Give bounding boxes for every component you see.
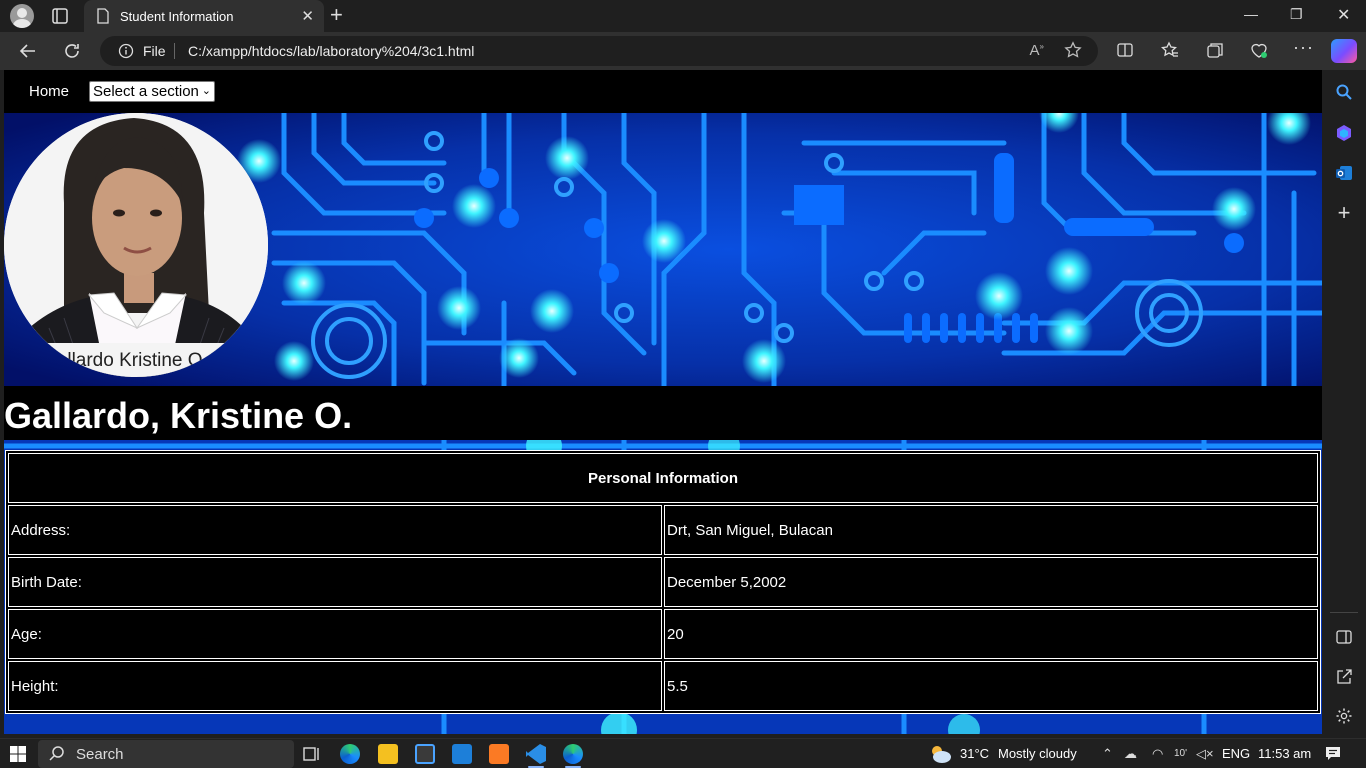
row-label: Address: — [8, 505, 662, 555]
clock-time[interactable]: 11:53 am — [1258, 746, 1311, 761]
student-portrait-image — [4, 113, 268, 377]
outlook-icon[interactable] — [1335, 164, 1353, 182]
tab-student-information[interactable]: Student Information ✕ — [84, 0, 324, 32]
table-header-row: Personal Information — [8, 453, 1318, 503]
tab-actions-icon[interactable] — [50, 6, 70, 26]
table-row: Height: 5.5 — [8, 661, 1318, 711]
collections-icon[interactable] — [1206, 41, 1224, 59]
row-value: December 5,2002 — [664, 557, 1318, 607]
taskbar-search-box[interactable]: Search — [38, 740, 294, 768]
restore-button[interactable]: ❐ — [1290, 6, 1303, 23]
microsoft-store-icon[interactable] — [415, 744, 435, 764]
mail-app-icon[interactable] — [452, 744, 472, 764]
sidebar-divider — [1330, 612, 1358, 613]
row-value: 20 — [664, 609, 1318, 659]
profile-avatar-icon[interactable] — [10, 4, 34, 28]
browser-essentials-icon[interactable] — [1250, 41, 1268, 59]
row-label: Age: — [8, 609, 662, 659]
windows-start-icon[interactable] — [10, 746, 26, 762]
edge-app-icon[interactable] — [340, 744, 360, 764]
xampp-icon[interactable] — [489, 744, 509, 764]
table-row: Age: 20 — [8, 609, 1318, 659]
row-value: Drt, San Miguel, Bulacan — [664, 505, 1318, 555]
favorite-star-icon[interactable] — [1064, 41, 1082, 59]
site-info-icon[interactable] — [118, 43, 134, 59]
new-tab-button[interactable]: + — [330, 4, 343, 26]
more-options-icon[interactable]: ··· — [1293, 37, 1314, 58]
weather-cloud-icon[interactable] — [928, 743, 952, 765]
copilot-sidebar-icon[interactable] — [1335, 124, 1353, 142]
table-row: Birth Date: December 5,2002 — [8, 557, 1318, 607]
network-speed-icon[interactable]: 10' — [1174, 748, 1187, 759]
row-value: 5.5 — [664, 661, 1318, 711]
window-close-button[interactable]: ✕ — [1337, 5, 1350, 25]
chevron-down-icon: ⌄ — [201, 85, 211, 97]
table-heading: Personal Information — [8, 453, 1318, 503]
hide-sidebar-icon[interactable] — [1335, 628, 1353, 646]
personal-information-table: Personal Information Address: Drt, San M… — [5, 450, 1321, 714]
tab-title: Student Information — [120, 9, 234, 24]
table-row: Address: Drt, San Miguel, Bulacan — [8, 505, 1318, 555]
show-hidden-icons-chevron-icon[interactable]: ⌃ — [1102, 746, 1113, 762]
page-viewport: Home Select a section ⌄ Gallardo Kristin… — [4, 70, 1322, 734]
settings-gear-icon[interactable] — [1335, 707, 1353, 725]
external-link-icon[interactable] — [1335, 668, 1353, 686]
edge-active-app-icon[interactable] — [563, 744, 583, 764]
address-separator — [174, 43, 175, 59]
favorites-icon[interactable] — [1161, 41, 1179, 59]
refresh-icon[interactable] — [62, 41, 82, 61]
search-icon[interactable] — [1335, 83, 1353, 101]
row-label: Height: — [8, 661, 662, 711]
section-select-value: Select a section — [93, 83, 199, 100]
taskbar-search-label: Search — [76, 746, 124, 763]
file-explorer-icon[interactable] — [378, 744, 398, 764]
onedrive-cloud-icon[interactable]: ☁ — [1124, 746, 1137, 762]
section-select[interactable]: Select a section ⌄ — [89, 81, 215, 102]
tab-close-icon[interactable]: ✕ — [301, 7, 314, 25]
student-photo: Gallardo Kristine O. — [4, 113, 268, 377]
add-sidebar-app-icon[interactable]: + — [1335, 202, 1353, 224]
minimize-button[interactable]: — — [1244, 6, 1258, 22]
site-navigation: Home Select a section ⌄ — [4, 70, 1322, 113]
address-bar[interactable]: File C:/xampp/htdocs/lab/laboratory%204/… — [100, 36, 1098, 66]
task-view-icon[interactable] — [302, 744, 322, 764]
row-label: Birth Date: — [8, 557, 662, 607]
page-document-icon — [97, 8, 109, 24]
notifications-icon[interactable] — [1325, 745, 1341, 761]
weather-temperature[interactable]: 31°C — [960, 746, 989, 761]
search-icon — [49, 746, 64, 761]
home-link[interactable]: Home — [29, 83, 69, 100]
edge-sidebar: + — [1322, 70, 1366, 738]
wifi-icon[interactable]: ◠ — [1152, 746, 1163, 762]
read-aloud-icon[interactable]: A» — [1030, 42, 1044, 59]
back-icon[interactable] — [18, 41, 38, 61]
copilot-icon[interactable] — [1331, 39, 1357, 63]
split-screen-icon[interactable] — [1116, 41, 1134, 59]
browser-toolbar: File C:/xampp/htdocs/lab/laboratory%204/… — [0, 32, 1366, 70]
photo-caption: Gallardo Kristine O. — [42, 350, 208, 371]
url-text[interactable]: C:/xampp/htdocs/lab/laboratory%204/3c1.h… — [188, 43, 474, 59]
windows-taskbar: Search 31°C Mostly cloudy ⌃ ☁ ◠ 10' ◁× E… — [0, 738, 1366, 768]
weather-description[interactable]: Mostly cloudy — [998, 746, 1077, 761]
student-name-heading: Gallardo, Kristine O. — [4, 395, 353, 436]
address-scheme-label: File — [143, 43, 166, 59]
input-language[interactable]: ENG — [1222, 746, 1250, 761]
vscode-icon[interactable] — [526, 744, 546, 764]
browser-tab-bar: Student Information ✕ + — ❐ ✕ — [0, 0, 1366, 32]
name-header: Gallardo, Kristine O. — [4, 386, 1322, 440]
speaker-muted-icon[interactable]: ◁× — [1196, 746, 1214, 762]
